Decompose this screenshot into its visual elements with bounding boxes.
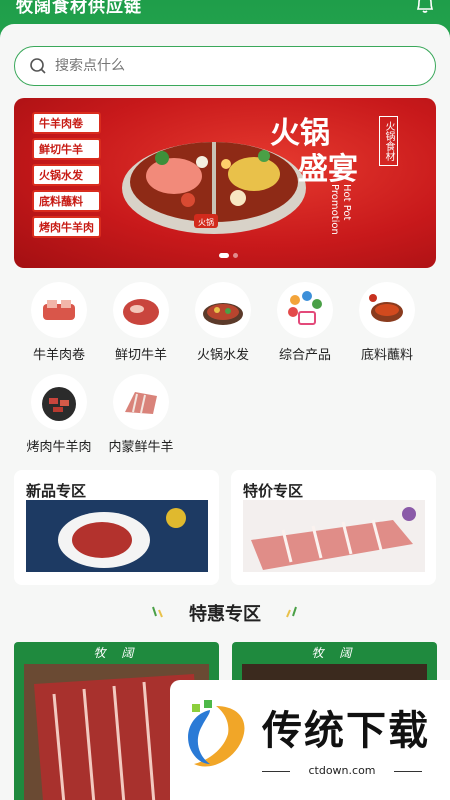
- section-title: 特惠专区: [189, 604, 261, 625]
- banner-tag: 鲜切牛羊: [32, 138, 101, 160]
- product-card-label: 牧 阔: [311, 646, 358, 660]
- banner-tag: 底料蘸料: [32, 190, 101, 212]
- lamb-ribs-image: [243, 500, 425, 572]
- banner-english: Hot Pot Promotion: [329, 184, 352, 235]
- sale-zone[interactable]: 特价专区: [231, 470, 436, 585]
- banner-tag-list: 牛羊肉卷 鲜切牛羊 火锅水发 底料蘸料 烤肉牛羊肉: [32, 112, 101, 238]
- category-label: 综合产品: [278, 348, 331, 363]
- category-label: 火锅水发: [196, 348, 249, 363]
- category-item[interactable]: 火锅水发: [186, 282, 260, 363]
- category-label: 底料蘸料: [360, 348, 413, 363]
- pot-badge-text: 火锅: [198, 217, 214, 227]
- category-item[interactable]: 烤肉牛羊肉: [22, 374, 96, 455]
- banner-tag: 牛羊肉卷: [32, 112, 101, 134]
- category-label: 鲜切牛羊: [114, 348, 167, 363]
- banner-tag: 火锅水发: [32, 164, 101, 186]
- watermark-logo: [188, 700, 245, 767]
- sauce-icon: [359, 282, 415, 338]
- category-item[interactable]: 内蒙鲜牛羊: [104, 374, 178, 455]
- carousel-dot[interactable]: [219, 253, 229, 258]
- category-item[interactable]: 底料蘸料: [350, 282, 424, 363]
- search-input[interactable]: [55, 58, 395, 74]
- sparkle-right-icon: [286, 606, 297, 618]
- fresh-cut-icon: [113, 282, 169, 338]
- watermark-rule: [394, 771, 422, 772]
- carousel-dot[interactable]: [233, 253, 238, 258]
- banner-tag: 烤肉牛羊肉: [32, 216, 101, 238]
- banner-title-line1: 火锅: [270, 116, 330, 151]
- category-item[interactable]: 综合产品: [268, 282, 342, 363]
- app-title: 牧阔食材供应链: [16, 0, 142, 17]
- category-item[interactable]: 鲜切牛羊: [104, 282, 178, 363]
- category-label: 牛羊肉卷: [32, 348, 85, 363]
- meat-roll-icon: [31, 282, 87, 338]
- search-icon: [30, 58, 46, 74]
- category-label: 内蒙鲜牛羊: [108, 440, 174, 455]
- steak-image: [26, 500, 208, 572]
- bbq-icon: [31, 374, 87, 430]
- zone-title: 新品专区: [26, 482, 87, 500]
- products-icon: [277, 282, 333, 338]
- category-label: 烤肉牛羊肉: [26, 440, 92, 455]
- carousel-dots: [219, 253, 238, 258]
- promo-banner[interactable]: 牛羊肉卷 鲜切牛羊 火锅水发 底料蘸料 烤肉牛羊肉 火锅 火锅 盛宴 Hot P…: [14, 98, 436, 268]
- banner-title: 火锅 盛宴: [270, 116, 358, 188]
- product-card-label: 牧 阔: [93, 646, 140, 660]
- banner-title-line2: 盛宴: [298, 152, 358, 187]
- zone-title: 特价专区: [243, 482, 304, 500]
- watermark: 传统下载 ctdown.com: [170, 680, 450, 800]
- hotpot-icon: [195, 282, 251, 338]
- search-bar[interactable]: [14, 46, 436, 86]
- watermark-text: 传统下载: [262, 708, 430, 754]
- banner-brand: 火锅食材: [379, 116, 398, 166]
- new-products-zone[interactable]: 新品专区: [14, 470, 219, 585]
- bell-icon[interactable]: [414, 0, 436, 14]
- category-item[interactable]: 牛羊肉卷: [22, 282, 96, 363]
- lamb-rack-icon: [113, 374, 169, 430]
